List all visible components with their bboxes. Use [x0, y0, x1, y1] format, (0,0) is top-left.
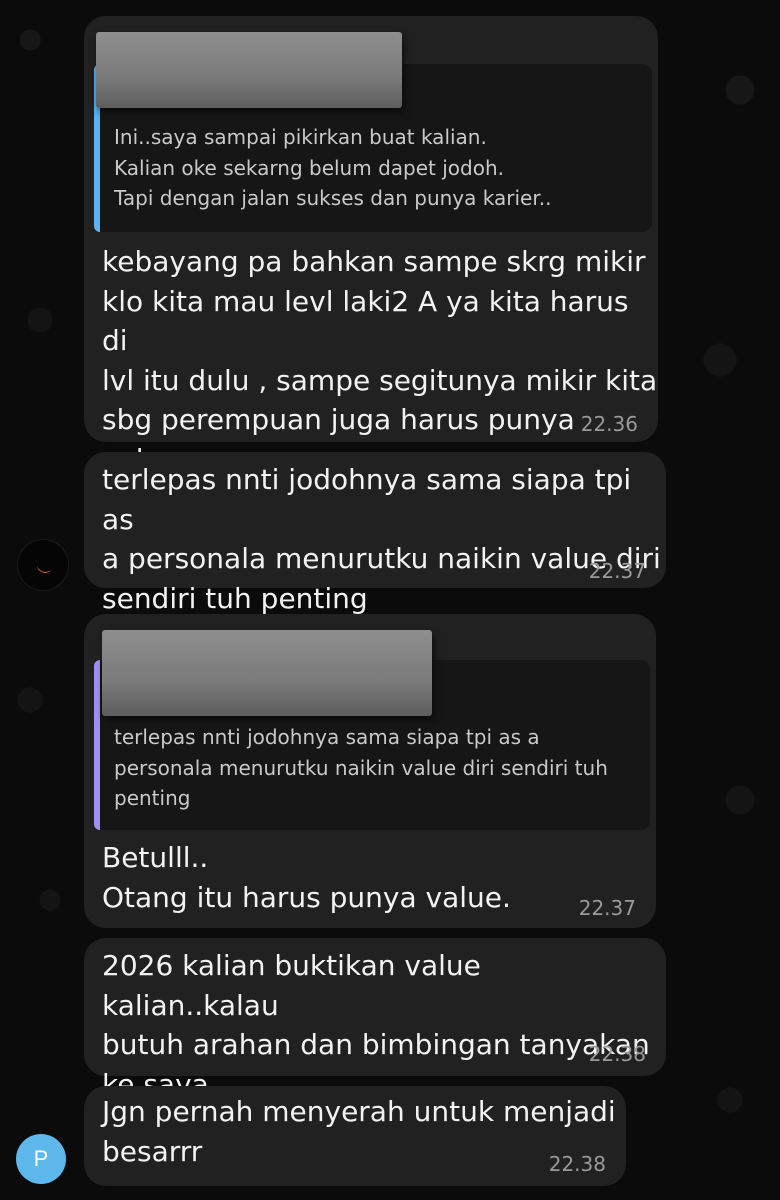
- sender-avatar[interactable]: P: [16, 1134, 66, 1184]
- message-bubble[interactable]: 2026 kalian buktikan value kalian..kalau…: [84, 938, 666, 1101]
- message-bubble[interactable]: terlepas nnti jodohnya sama siapa tpi as…: [84, 452, 666, 615]
- quote-bar: [94, 660, 100, 830]
- message-time: 22.37: [588, 559, 646, 583]
- moon-icon: [37, 566, 51, 573]
- message-time: 22.37: [578, 896, 636, 920]
- message-time: 22.38: [588, 1042, 646, 1066]
- message-text: Jgn pernah menyerah untuk menjadi besarr…: [102, 1095, 616, 1168]
- message-text: terlepas nnti jodohnya sama siapa tpi as…: [102, 463, 661, 615]
- redacted-sender-name: [102, 630, 432, 716]
- message-time: 22.38: [548, 1152, 606, 1176]
- quote-text: Ini..saya sampai pikirkan buat kalian. K…: [114, 125, 552, 210]
- chat-background: Ini..saya sampai pikirkan buat kalian. K…: [0, 0, 780, 1200]
- sender-avatar[interactable]: [18, 540, 68, 590]
- redacted-sender-name: [96, 32, 402, 108]
- message-text: 2026 kalian buktikan value kalian..kalau…: [102, 949, 650, 1101]
- message-bubble[interactable]: Ini..saya sampai pikirkan buat kalian. K…: [84, 16, 658, 476]
- quote-text: terlepas nnti jodohnya sama siapa tpi as…: [114, 725, 608, 810]
- message-bubble[interactable]: terlepas nnti jodohnya sama siapa tpi as…: [84, 614, 656, 928]
- avatar-initial: P: [33, 1146, 49, 1171]
- message-time: 22.36: [580, 412, 638, 436]
- message-bubble[interactable]: Jgn pernah menyerah untuk menjadi besarr…: [84, 1086, 626, 1186]
- message-text: Betulll.. Otang itu harus punya value.: [102, 841, 511, 914]
- message-text: kebayang pa bahkan sampe skrg mikir klo …: [102, 245, 658, 476]
